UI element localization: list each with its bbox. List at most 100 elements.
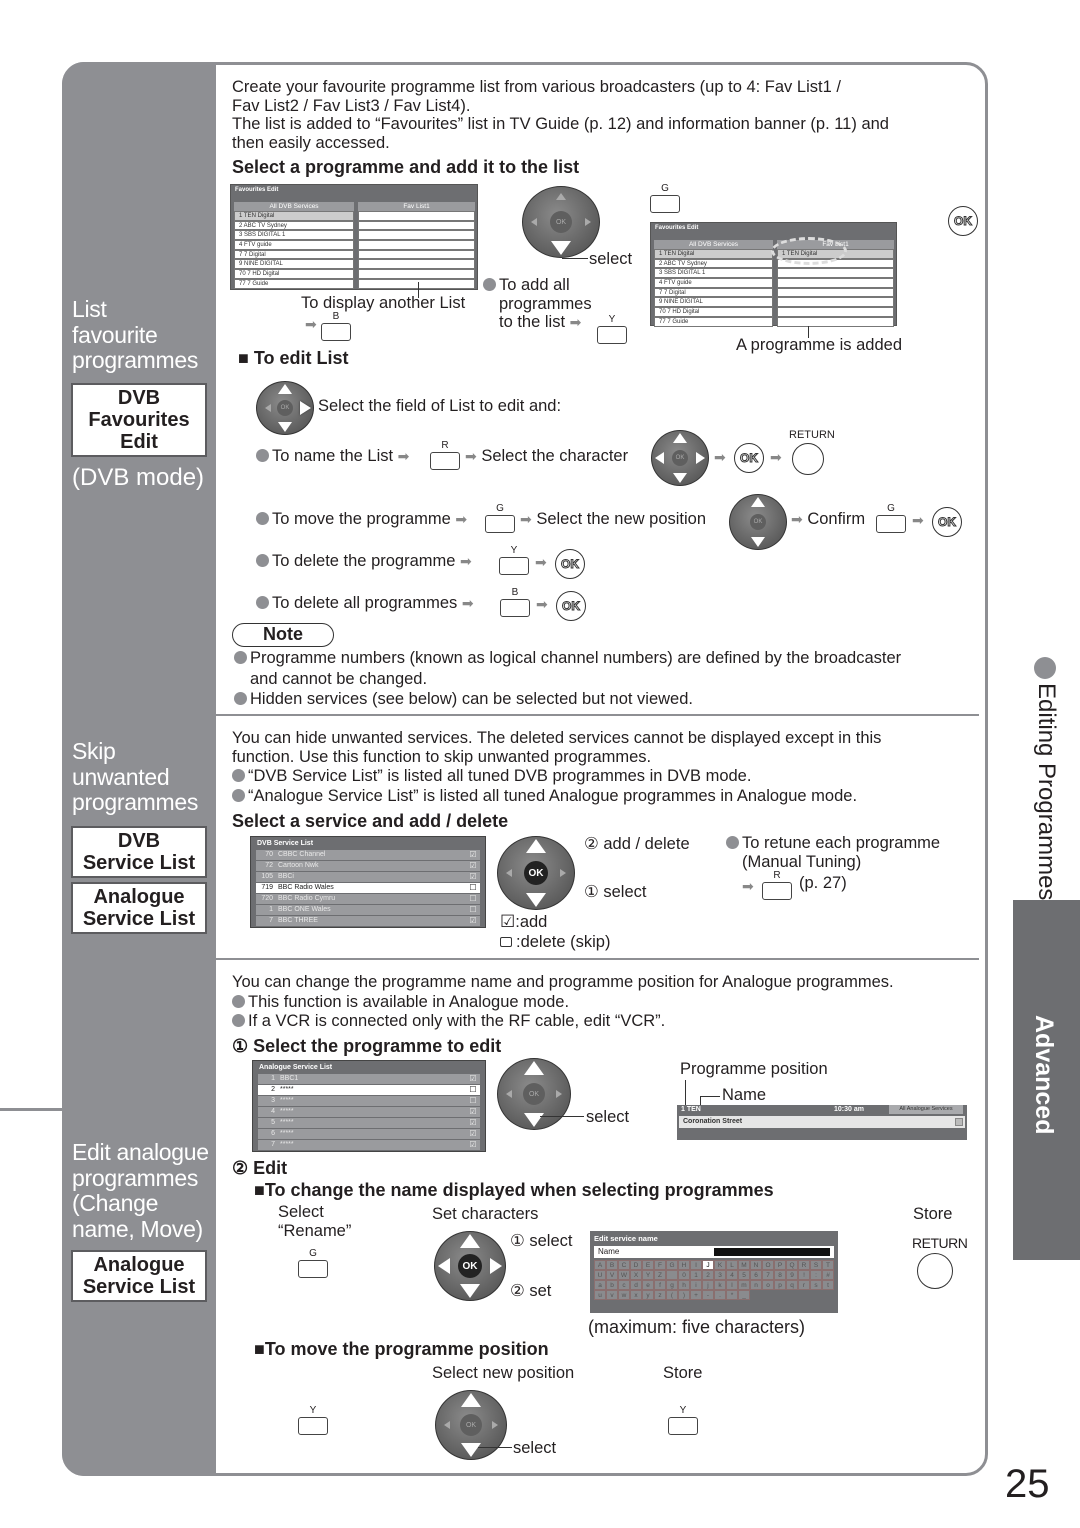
empty-box-icon[interactable]: ☐ <box>466 1085 480 1095</box>
checked-box-icon[interactable]: ☑ <box>466 1074 480 1084</box>
service-row[interactable]: 77 7 Guide <box>654 316 773 327</box>
red-button[interactable] <box>762 882 792 900</box>
dpad-new-position[interactable]: OK <box>435 1390 507 1460</box>
service-row[interactable]: 3 ***** ☐ <box>258 1095 480 1107</box>
character-key[interactable]: t <box>822 1280 834 1290</box>
character-key[interactable]: Y <box>642 1270 654 1280</box>
service-row[interactable]: 2 ABC TV Sydney <box>234 220 354 231</box>
character-key[interactable]: j <box>702 1280 714 1290</box>
fav-list-row[interactable] <box>777 268 894 279</box>
service-row[interactable]: 105 BBCi ☑ <box>256 871 480 883</box>
character-key[interactable]: Q <box>786 1260 798 1270</box>
service-row[interactable]: 4 FTV guide <box>654 278 773 288</box>
character-key[interactable]: z <box>654 1290 666 1300</box>
ok-button[interactable]: OK <box>734 443 764 473</box>
fav-list-row[interactable] <box>777 297 894 308</box>
service-row[interactable]: 77 7 Guide <box>234 278 354 289</box>
character-key[interactable]: U <box>594 1270 606 1280</box>
character-key[interactable]: w <box>618 1290 630 1300</box>
ok-button[interactable]: OK <box>672 450 688 466</box>
character-key[interactable]: x <box>630 1290 642 1300</box>
fav-list-row[interactable] <box>358 211 475 221</box>
dpad-select-programme[interactable]: OK <box>497 1058 571 1130</box>
character-key[interactable]: W <box>618 1270 630 1280</box>
dpad-add-delete[interactable]: OK <box>497 836 575 910</box>
yellow-button[interactable] <box>298 1417 328 1435</box>
character-key[interactable]: n <box>750 1280 762 1290</box>
empty-box-icon[interactable]: ☐ <box>466 1096 480 1106</box>
empty-box-icon[interactable]: ☐ <box>466 894 480 904</box>
character-key[interactable]: N <box>750 1260 762 1270</box>
character-key[interactable]: 5 <box>738 1270 750 1280</box>
service-row[interactable]: 5 ***** ☑ <box>258 1117 480 1129</box>
fav-list-row[interactable] <box>777 307 894 317</box>
character-key[interactable]: 1 <box>690 1270 702 1280</box>
character-key[interactable]: d <box>630 1280 642 1290</box>
character-key[interactable]: E <box>642 1260 654 1270</box>
character-key[interactable]: B <box>606 1260 618 1270</box>
character-key[interactable]: L <box>726 1260 738 1270</box>
service-row[interactable]: 2 ***** ☐ <box>258 1084 480 1096</box>
service-row[interactable]: 7 7 Digital <box>234 249 354 260</box>
checked-box-icon[interactable]: ☑ <box>466 861 480 871</box>
dpad-select[interactable]: OK <box>522 186 600 258</box>
dpad-position[interactable]: OK <box>729 494 787 550</box>
character-key[interactable]: p <box>774 1280 786 1290</box>
green-button[interactable] <box>876 515 906 533</box>
service-row[interactable]: 3 SBS DIGITAL 1 <box>654 268 773 279</box>
character-key[interactable]: # <box>822 1270 834 1280</box>
service-row[interactable]: 4 ***** ☑ <box>258 1106 480 1118</box>
ok-button[interactable]: OK <box>524 861 548 885</box>
character-key[interactable]: i <box>690 1280 702 1290</box>
character-key[interactable]: O <box>762 1260 774 1270</box>
green-button[interactable] <box>650 195 680 213</box>
character-key[interactable]: m <box>738 1280 750 1290</box>
character-key[interactable]: S <box>810 1260 822 1270</box>
character-key[interactable]: H <box>678 1260 690 1270</box>
service-row[interactable]: 3 SBS DIGITAL 1 <box>234 230 354 241</box>
service-row[interactable]: 7 7 Digital <box>654 287 773 298</box>
green-button[interactable] <box>298 1260 328 1278</box>
fav-list-row[interactable] <box>358 259 475 270</box>
fav-list-row[interactable] <box>358 230 475 241</box>
character-key[interactable]: A <box>594 1260 606 1270</box>
fav-list-row[interactable] <box>358 240 475 250</box>
character-key[interactable]: : <box>810 1270 822 1280</box>
red-button[interactable] <box>430 452 460 470</box>
character-key[interactable]: o <box>762 1280 774 1290</box>
green-button[interactable] <box>485 515 515 533</box>
service-row[interactable]: 9 NINE DIGITAL <box>654 297 773 308</box>
fav-list-row[interactable] <box>358 220 475 231</box>
checked-box-icon[interactable]: ☑ <box>466 1129 480 1139</box>
fav-list-row[interactable] <box>358 278 475 289</box>
character-key[interactable]: 2 <box>702 1270 714 1280</box>
character-key[interactable]: C <box>618 1260 630 1270</box>
fav-list-row[interactable] <box>777 278 894 288</box>
ok-button[interactable]: OK <box>750 514 766 530</box>
character-key[interactable]: ) <box>678 1290 690 1300</box>
fav-list-row[interactable] <box>777 316 894 327</box>
character-key[interactable]: ( <box>666 1290 678 1300</box>
name-input[interactable] <box>714 1248 830 1256</box>
return-button[interactable] <box>792 443 824 475</box>
character-key[interactable]: q <box>786 1280 798 1290</box>
ok-button[interactable]: OK <box>948 206 978 236</box>
character-key[interactable]: g <box>666 1280 678 1290</box>
character-key[interactable]: 0 <box>678 1270 690 1280</box>
fav-list-row[interactable] <box>777 287 894 298</box>
blue-button[interactable] <box>321 323 351 341</box>
yellow-button[interactable] <box>499 557 529 575</box>
character-key[interactable]: M <box>738 1260 750 1270</box>
service-row[interactable]: 70 CBBC Channel ☑ <box>256 850 480 861</box>
character-key[interactable]: G <box>666 1260 678 1270</box>
service-row[interactable]: 70 7 HD Digital <box>234 269 354 279</box>
service-row[interactable]: 720 BBC Radio Cymru ☐ <box>256 893 480 905</box>
service-row[interactable]: 72 Cartoon Nwk ☑ <box>256 860 480 872</box>
character-key[interactable]: + <box>690 1290 702 1300</box>
character-key[interactable]: r <box>798 1280 810 1290</box>
character-key[interactable]: R <box>798 1260 810 1270</box>
ok-button[interactable]: OK <box>555 549 585 579</box>
service-row[interactable]: 719 BBC Radio Wales ☐ <box>256 882 480 894</box>
return-button[interactable] <box>917 1253 953 1289</box>
ok-button[interactable]: OK <box>550 211 572 233</box>
